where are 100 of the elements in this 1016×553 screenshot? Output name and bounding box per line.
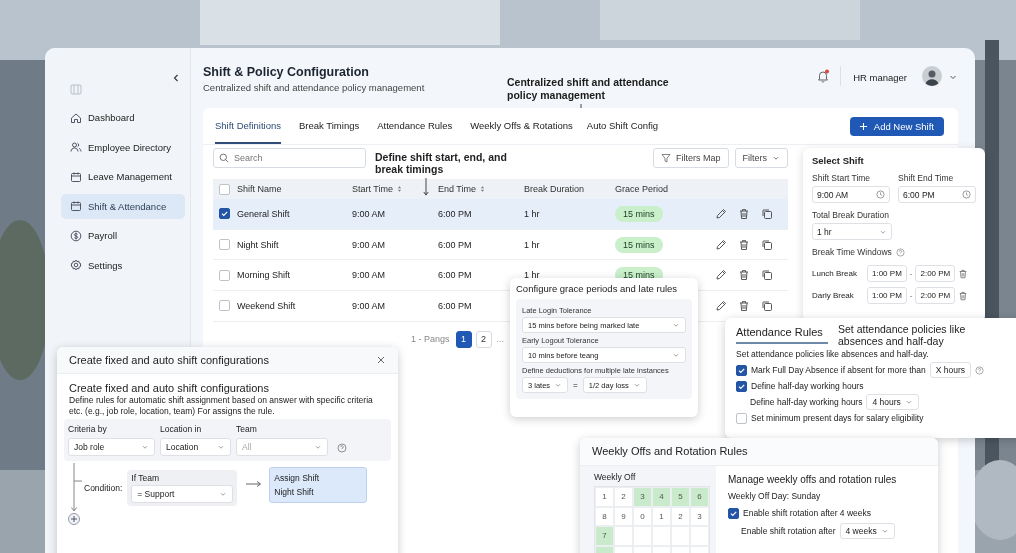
calendar-day[interactable]: 8: [595, 506, 614, 526]
tab[interactable]: Weekly Offs & Rotations: [470, 108, 573, 144]
calendar-day[interactable]: 4: [652, 487, 671, 507]
calendar-day[interactable]: 9: [614, 506, 633, 526]
break-name: Darly Break: [812, 291, 855, 300]
tab[interactable]: Attendance Rules: [377, 108, 453, 144]
row-checkbox[interactable]: [219, 239, 230, 251]
calendar-day[interactable]: 2: [671, 506, 690, 526]
filter-button[interactable]: Filters Map: [653, 148, 729, 168]
time-field[interactable]: 9:00 AM: [812, 186, 890, 203]
search-field[interactable]: Search: [213, 148, 366, 168]
field-label: Total Break Duration: [812, 210, 890, 220]
sidebar-item[interactable]: Shift & Attendance: [61, 193, 185, 219]
row-checkbox[interactable]: [219, 269, 230, 281]
checkbox[interactable]: [736, 412, 747, 424]
sort-icon[interactable]: [480, 185, 486, 193]
edit-icon[interactable]: [715, 207, 727, 220]
edit-icon[interactable]: [715, 238, 727, 251]
trash-icon[interactable]: [958, 290, 969, 301]
dropdown-field[interactable]: = Support: [131, 485, 234, 503]
row-checkbox[interactable]: [219, 300, 230, 312]
calendar-day[interactable]: 6: [690, 487, 709, 507]
time-field[interactable]: 2:00 PM: [915, 287, 956, 304]
trash-icon[interactable]: [738, 238, 750, 251]
time-field[interactable]: 2:00 PM: [915, 265, 956, 282]
sidebar-item[interactable]: Payroll: [61, 223, 185, 248]
break-duration-dropdown[interactable]: 1 hr: [812, 223, 892, 240]
bell-icon[interactable]: [816, 69, 831, 83]
page-button[interactable]: 2: [475, 330, 492, 348]
pagination-summary: 1 - Pangs: [411, 334, 450, 345]
range-separator: -: [909, 291, 913, 300]
trash-icon[interactable]: [738, 207, 750, 220]
column-header[interactable]: Break Duration: [524, 184, 615, 194]
calendar-day[interactable]: 1: [595, 487, 614, 507]
table-row[interactable]: Night Shift 9:00 AM 6:00 PM 1 hr 15 mins: [213, 229, 788, 261]
hours-field[interactable]: X hours: [929, 362, 972, 378]
trash-icon[interactable]: [738, 299, 750, 312]
copy-icon[interactable]: [761, 299, 773, 312]
chevron-down-icon: [219, 490, 228, 498]
checkbox[interactable]: [736, 380, 747, 392]
search-icon: [219, 153, 229, 163]
row-checkbox[interactable]: [219, 208, 230, 220]
tab[interactable]: Break Timings: [299, 108, 360, 144]
result-text: Night Shift: [274, 486, 315, 499]
trash-icon[interactable]: [958, 268, 969, 279]
plus-icon: [858, 121, 868, 131]
calendar-day[interactable]: 5: [671, 487, 690, 507]
edit-icon[interactable]: [715, 299, 727, 312]
column-header[interactable]: End Time: [438, 184, 524, 194]
table-cell: General Shift: [237, 208, 290, 219]
calendar-day[interactable]: 1: [652, 506, 671, 526]
weeks-dropdown[interactable]: 4 weeks: [839, 523, 895, 539]
chevron-down-icon: [217, 443, 225, 451]
dropdown-field[interactable]: Location: [160, 438, 231, 456]
sidebar-item[interactable]: Employee Directory: [61, 134, 185, 160]
sidebar-item[interactable]: Dashboard: [61, 105, 185, 130]
table-cell: Night Shift: [237, 239, 279, 250]
table-row[interactable]: General Shift 9:00 AM 6:00 PM 1 hr 15 mins: [213, 199, 788, 230]
page-button[interactable]: 1: [455, 330, 472, 348]
tab[interactable]: Shift Definitions: [215, 108, 281, 144]
avatar[interactable]: [922, 66, 942, 86]
sidebar-item[interactable]: Leave Management: [61, 164, 185, 189]
column-header[interactable]: Grace Period: [615, 184, 715, 194]
collapse-icon[interactable]: [171, 73, 181, 83]
time-field[interactable]: 6:00 PM: [898, 186, 976, 203]
sidebar-item[interactable]: Settings: [61, 252, 185, 278]
column-header[interactable]: Start Time: [352, 184, 438, 194]
trash-icon[interactable]: [738, 269, 750, 282]
help-icon[interactable]: [975, 365, 985, 375]
add-new-shift-button[interactable]: Add New Shift: [849, 116, 944, 136]
copy-icon[interactable]: [761, 207, 773, 220]
hours-dropdown[interactable]: 4 hours: [866, 394, 919, 410]
calendar-day[interactable]: 2: [614, 487, 633, 507]
filters-dropdown[interactable]: Filters: [734, 148, 788, 168]
user-name[interactable]: HR manager: [853, 72, 907, 83]
time-field[interactable]: 1:00 PM: [867, 265, 907, 282]
calendar-day[interactable]: 0: [633, 506, 652, 526]
dropdown-field[interactable]: Job role: [68, 438, 155, 456]
description-text: Set attendance policies like absences and half-day.: [736, 349, 930, 359]
sort-icon[interactable]: [397, 185, 402, 193]
weekly-off-day: Weekly Off Day: Sunday: [728, 491, 897, 501]
break-name: Lunch Break: [812, 269, 858, 278]
table-cell: 9:00 AM: [352, 208, 386, 219]
select-all-checkbox[interactable]: [219, 183, 230, 195]
tab[interactable]: Auto Shift Config: [586, 108, 659, 144]
calendar-day[interactable]: 3: [690, 506, 709, 526]
help-icon[interactable]: [337, 443, 347, 453]
help-icon[interactable]: [895, 247, 905, 257]
close-icon[interactable]: [376, 355, 386, 365]
checkbox[interactable]: [728, 507, 739, 519]
time-field[interactable]: 1:00 PM: [867, 287, 907, 304]
calendar-day[interactable]: 7: [595, 526, 614, 546]
add-condition-button[interactable]: [68, 513, 80, 525]
edit-icon[interactable]: [715, 269, 727, 282]
column-header[interactable]: Shift Name: [237, 184, 352, 194]
pointer-arrow: [422, 177, 430, 196]
copy-icon[interactable]: [761, 269, 773, 282]
copy-icon[interactable]: [761, 238, 773, 251]
checkbox[interactable]: [736, 364, 747, 376]
calendar-day[interactable]: 3: [633, 487, 652, 507]
